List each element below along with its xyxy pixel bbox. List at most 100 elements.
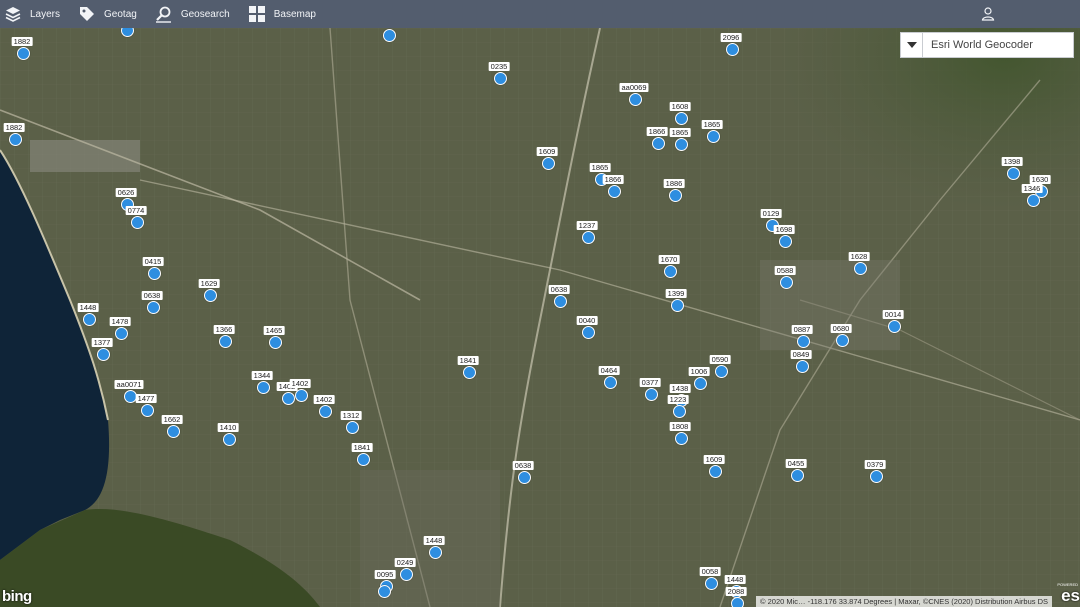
marker-label: 1608: [669, 102, 691, 111]
user-icon[interactable]: [980, 6, 996, 22]
map-marker[interactable]: [140, 403, 154, 417]
marker-label: 1478: [109, 317, 131, 326]
layers-icon: [5, 7, 21, 22]
layers-label: Layers: [30, 8, 61, 20]
map-marker[interactable]: [318, 404, 332, 418]
map-marker[interactable]: [706, 129, 720, 143]
marker-label: 2096: [720, 33, 742, 42]
map-marker[interactable]: [887, 319, 901, 333]
marker-label: 0774: [125, 206, 147, 215]
map-marker[interactable]: [120, 28, 134, 37]
marker-label: 1402: [289, 379, 311, 388]
map-marker[interactable]: [218, 334, 232, 348]
layers-button[interactable]: Layers: [0, 0, 74, 28]
map-marker[interactable]: [541, 156, 555, 170]
map-marker[interactable]: [795, 359, 809, 373]
marker-label: 0058: [699, 567, 721, 576]
marker-label: 1237: [576, 221, 598, 230]
marker-label: 0014: [882, 310, 904, 319]
geotag-button[interactable]: Geotag: [74, 0, 151, 28]
marker-label: 1312: [340, 411, 362, 420]
geocoder-dropdown[interactable]: [901, 33, 923, 57]
map-marker[interactable]: [730, 596, 744, 607]
map-marker[interactable]: [869, 469, 883, 483]
map-marker[interactable]: [268, 335, 282, 349]
marker-label: 1465: [263, 326, 285, 335]
map-marker[interactable]: [16, 46, 30, 60]
map-marker[interactable]: [123, 389, 137, 403]
map-marker[interactable]: [222, 432, 236, 446]
marker-label: 0849: [790, 350, 812, 359]
map-marker[interactable]: [553, 294, 567, 308]
map-marker[interactable]: [382, 28, 396, 42]
map-marker[interactable]: [670, 298, 684, 312]
marker-label: 1866: [602, 175, 624, 184]
marker-label: 1865: [701, 120, 723, 129]
map-marker[interactable]: [1026, 193, 1040, 207]
marker-label: 1866: [646, 127, 668, 136]
marker-label: 1662: [161, 415, 183, 424]
map-marker[interactable]: [790, 468, 804, 482]
map-marker[interactable]: [835, 333, 849, 347]
marker-label: 0235: [488, 62, 510, 71]
map-marker[interactable]: [663, 264, 677, 278]
marker-label: 1377: [91, 338, 113, 347]
map-marker[interactable]: [345, 420, 359, 434]
map-marker[interactable]: [399, 567, 413, 581]
marker-label: 1448: [724, 575, 746, 584]
marker-label: 0590: [709, 355, 731, 364]
map-marker[interactable]: [581, 325, 595, 339]
map-marker[interactable]: [674, 137, 688, 151]
map-marker[interactable]: [8, 132, 22, 146]
map-marker[interactable]: [166, 424, 180, 438]
map-marker[interactable]: [853, 261, 867, 275]
map-marker[interactable]: [708, 464, 722, 478]
map-marker[interactable]: [674, 111, 688, 125]
map-marker[interactable]: [725, 42, 739, 56]
map-marker[interactable]: [704, 576, 718, 590]
map-marker[interactable]: [674, 431, 688, 445]
map-marker[interactable]: [672, 404, 686, 418]
marker-label: 1398: [1001, 157, 1023, 166]
map-marker[interactable]: [130, 215, 144, 229]
map-marker[interactable]: [779, 275, 793, 289]
map-marker[interactable]: [462, 365, 476, 379]
map-marker[interactable]: [796, 334, 810, 348]
map-view[interactable]: 188220960235aa00691608188218661865186516…: [0, 28, 1080, 607]
geocoder-input[interactable]: [923, 33, 1073, 57]
map-marker[interactable]: [668, 188, 682, 202]
map-marker[interactable]: [356, 452, 370, 466]
geosearch-button[interactable]: Geosearch: [151, 0, 244, 28]
map-marker[interactable]: [147, 266, 161, 280]
map-marker[interactable]: [281, 391, 295, 405]
map-marker[interactable]: [651, 136, 665, 150]
marker-label: 0379: [864, 460, 886, 469]
map-marker[interactable]: [82, 312, 96, 326]
marker-label: 1670: [658, 255, 680, 264]
map-marker[interactable]: [644, 387, 658, 401]
map-marker[interactable]: [493, 71, 507, 85]
map-marker[interactable]: [146, 300, 160, 314]
marker-label: 0377: [639, 378, 661, 387]
map-marker[interactable]: [256, 380, 270, 394]
map-marker[interactable]: [693, 376, 707, 390]
basemap-button[interactable]: Basemap: [244, 0, 330, 28]
map-marker[interactable]: [607, 184, 621, 198]
map-marker[interactable]: [714, 364, 728, 378]
caret-down-icon: [906, 42, 917, 48]
map-marker[interactable]: [203, 288, 217, 302]
map-marker[interactable]: [377, 584, 391, 598]
map-marker[interactable]: [581, 230, 595, 244]
map-marker[interactable]: [517, 470, 531, 484]
map-marker[interactable]: [1006, 166, 1020, 180]
top-toolbar: Layers Geotag Geosearch Basemap: [0, 0, 1080, 28]
map-marker[interactable]: [628, 92, 642, 106]
map-marker[interactable]: [778, 234, 792, 248]
marker-label: 1006: [688, 367, 710, 376]
map-marker[interactable]: [96, 347, 110, 361]
marker-label: 1346: [1021, 184, 1043, 193]
map-marker[interactable]: [114, 326, 128, 340]
map-marker[interactable]: [603, 375, 617, 389]
marker-label: 0638: [512, 461, 534, 470]
map-marker[interactable]: [428, 545, 442, 559]
